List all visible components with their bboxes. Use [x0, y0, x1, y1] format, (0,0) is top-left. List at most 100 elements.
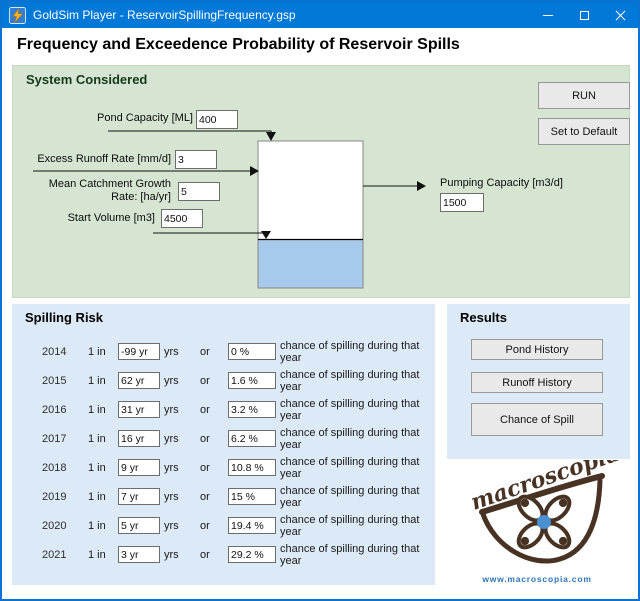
- system-panel-header: System Considered: [26, 72, 148, 87]
- risk-row-2016: 2016 1 in yrs or chance of spilling duri…: [12, 395, 435, 424]
- chance-label: chance of spilling during that year: [280, 426, 420, 451]
- close-button[interactable]: [602, 2, 638, 28]
- yrs-label: yrs: [164, 519, 179, 532]
- one-in-label: 1 in: [88, 490, 106, 503]
- year-label: 2021: [42, 548, 67, 561]
- spilling-risk-rows: 2014 1 in yrs or chance of spilling duri…: [12, 337, 435, 569]
- reservoir-tank: [257, 140, 364, 289]
- yrs-label: yrs: [164, 345, 179, 358]
- macroscopia-logo: macroscopia www.macroscopia.com: [452, 440, 623, 588]
- window-controls: [530, 2, 638, 28]
- probability-input[interactable]: [228, 430, 276, 447]
- one-in-label: 1 in: [88, 461, 106, 474]
- spilling-risk-header: Spilling Risk: [25, 310, 104, 325]
- goldsim-app-icon: [9, 6, 26, 24]
- results-panel: Results Pond History Runoff History Chan…: [447, 304, 630, 459]
- maximize-button[interactable]: [566, 2, 602, 28]
- risk-row-2017: 2017 1 in yrs or chance of spilling duri…: [12, 424, 435, 453]
- chance-label: chance of spilling during that year: [280, 368, 420, 393]
- or-label: or: [200, 432, 210, 445]
- chance-label: chance of spilling during that year: [280, 339, 420, 364]
- yrs-label: yrs: [164, 374, 179, 387]
- pond-capacity-arrowhead: [266, 132, 276, 141]
- spilling-risk-panel: Spilling Risk 2014 1 in yrs or chance of…: [12, 304, 435, 585]
- year-label: 2015: [42, 374, 67, 387]
- probability-input[interactable]: [228, 343, 276, 360]
- set-to-default-button[interactable]: Set to Default: [538, 118, 630, 145]
- start-volume-input[interactable]: [161, 209, 203, 228]
- or-label: or: [200, 374, 210, 387]
- or-label: or: [200, 548, 210, 561]
- minimize-icon: [543, 14, 553, 16]
- yrs-label: yrs: [164, 490, 179, 503]
- risk-row-2018: 2018 1 in yrs or chance of spilling duri…: [12, 453, 435, 482]
- chance-label: chance of spilling during that year: [280, 455, 420, 480]
- probability-input[interactable]: [228, 459, 276, 476]
- risk-row-2019: 2019 1 in yrs or chance of spilling duri…: [12, 482, 435, 511]
- year-label: 2018: [42, 461, 67, 474]
- year-label: 2017: [42, 432, 67, 445]
- system-considered-panel: System Considered RUN Set to Default Pon…: [12, 65, 630, 298]
- or-label: or: [200, 490, 210, 503]
- pumping-capacity-input[interactable]: [440, 193, 484, 212]
- or-label: or: [200, 461, 210, 474]
- return-period-input[interactable]: [118, 546, 160, 563]
- one-in-label: 1 in: [88, 403, 106, 416]
- risk-row-2021: 2021 1 in yrs or chance of spilling duri…: [12, 540, 435, 569]
- pond-capacity-input[interactable]: [196, 110, 238, 129]
- logo-flower: [516, 494, 572, 550]
- yrs-label: yrs: [164, 548, 179, 561]
- return-period-input[interactable]: [118, 372, 160, 389]
- excess-runoff-rate-label: Excess Runoff Rate [mm/d]: [37, 153, 171, 165]
- return-period-input[interactable]: [118, 459, 160, 476]
- chance-label: chance of spilling during that year: [280, 542, 420, 567]
- chance-of-spill-button[interactable]: Chance of Spill: [471, 403, 603, 436]
- risk-row-2014: 2014 1 in yrs or chance of spilling duri…: [12, 337, 435, 366]
- close-icon: [615, 10, 626, 21]
- pond-history-button[interactable]: Pond History: [471, 339, 603, 360]
- probability-input[interactable]: [228, 401, 276, 418]
- risk-row-2015: 2015 1 in yrs or chance of spilling duri…: [12, 366, 435, 395]
- start-volume-arrowhead: [261, 231, 271, 239]
- year-label: 2020: [42, 519, 67, 532]
- year-label: 2014: [42, 345, 67, 358]
- yrs-label: yrs: [164, 461, 179, 474]
- runoff-history-button[interactable]: Runoff History: [471, 372, 603, 393]
- yrs-label: yrs: [164, 432, 179, 445]
- catchment-growth-rate-input[interactable]: [178, 182, 220, 201]
- pond-capacity-label: Pond Capacity [ML]: [97, 112, 193, 124]
- chance-label: chance of spilling during that year: [280, 484, 420, 509]
- probability-input[interactable]: [228, 372, 276, 389]
- return-period-input[interactable]: [118, 517, 160, 534]
- page-title: Frequency and Exceedence Probability of …: [17, 36, 460, 53]
- year-label: 2016: [42, 403, 67, 416]
- or-label: or: [200, 403, 210, 416]
- excess-runoff-rate-input[interactable]: [175, 150, 217, 169]
- one-in-label: 1 in: [88, 345, 106, 358]
- return-period-input[interactable]: [118, 488, 160, 505]
- return-period-input[interactable]: [118, 401, 160, 418]
- runoff-arrowhead: [250, 166, 259, 176]
- results-header: Results: [460, 310, 507, 325]
- chance-label: chance of spilling during that year: [280, 397, 420, 422]
- one-in-label: 1 in: [88, 519, 106, 532]
- maximize-icon: [579, 10, 589, 20]
- minimize-button[interactable]: [530, 2, 566, 28]
- titlebar: GoldSim Player - ReservoirSpillingFreque…: [2, 2, 638, 28]
- catchment-growth-rate-label: Mean Catchment Growth Rate: [ha/yr]: [48, 178, 171, 203]
- chance-label: chance of spilling during that year: [280, 513, 420, 538]
- probability-input[interactable]: [228, 546, 276, 563]
- start-volume-label: Start Volume [m3]: [67, 212, 155, 224]
- reservoir-water: [258, 239, 363, 288]
- risk-row-2020: 2020 1 in yrs or chance of spilling duri…: [12, 511, 435, 540]
- window-title: GoldSim Player - ReservoirSpillingFreque…: [33, 8, 296, 22]
- probability-input[interactable]: [228, 517, 276, 534]
- probability-input[interactable]: [228, 488, 276, 505]
- return-period-input[interactable]: [118, 430, 160, 447]
- pond-capacity-arrow: [108, 130, 272, 133]
- one-in-label: 1 in: [88, 374, 106, 387]
- return-period-input[interactable]: [118, 343, 160, 360]
- or-label: or: [200, 519, 210, 532]
- run-button[interactable]: RUN: [538, 82, 630, 109]
- one-in-label: 1 in: [88, 432, 106, 445]
